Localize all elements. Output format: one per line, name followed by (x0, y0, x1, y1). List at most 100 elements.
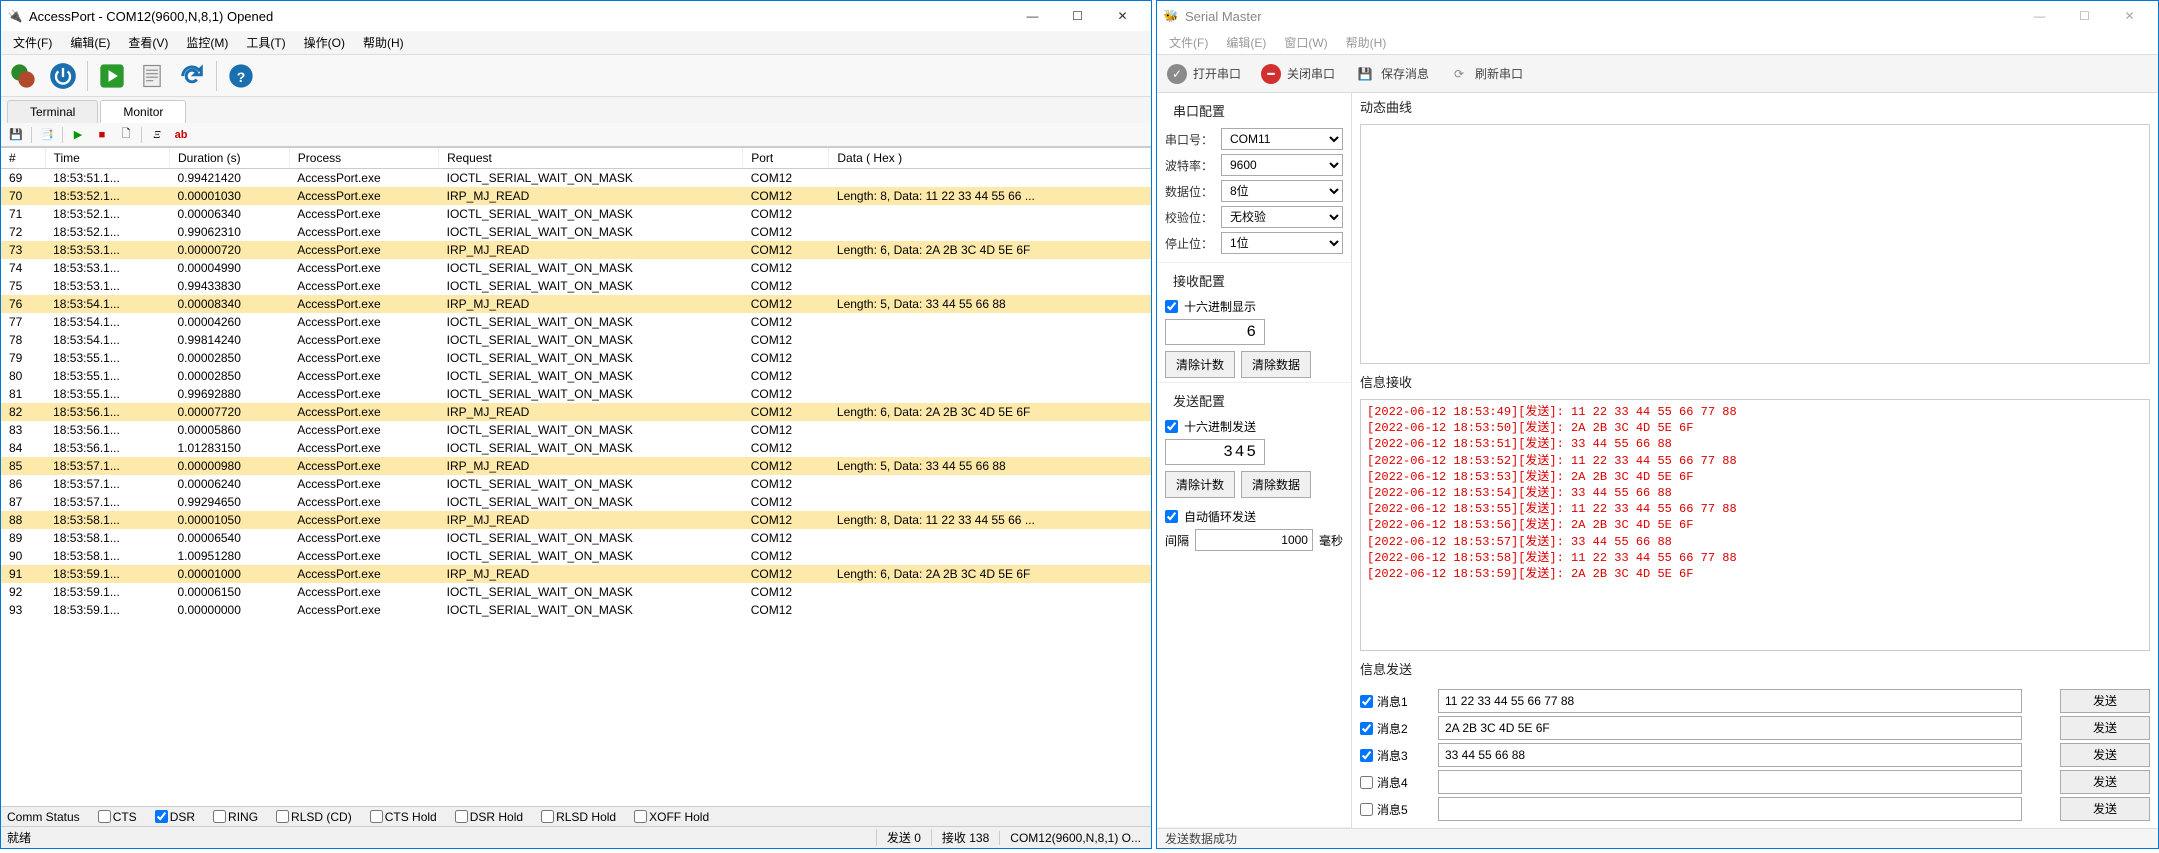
table-row[interactable]: 7318:53:53.1...0.00000720AccessPort.exeI… (1, 241, 1151, 259)
table-row[interactable]: 7918:53:55.1...0.00002850AccessPort.exeI… (1, 349, 1151, 367)
column-header[interactable]: Request (439, 148, 743, 169)
document-icon[interactable] (134, 58, 170, 94)
table-row[interactable]: 8918:53:58.1...0.00006540AccessPort.exeI… (1, 529, 1151, 547)
table-row[interactable]: 8318:53:56.1...0.00005860AccessPort.exeI… (1, 421, 1151, 439)
table-row[interactable]: 8818:53:58.1...0.00001050AccessPort.exeI… (1, 511, 1151, 529)
table-row[interactable]: 9218:53:59.1...0.00006150AccessPort.exeI… (1, 583, 1151, 601)
table-row[interactable]: 7618:53:54.1...0.00008340AccessPort.exeI… (1, 295, 1151, 313)
menu-help[interactable]: 帮助(H) (355, 32, 412, 53)
tx-clear-data-button[interactable]: 清除数据 (1241, 471, 1311, 498)
clear-icon[interactable]: 🗋 (115, 125, 137, 145)
databits-select[interactable]: 8位 (1221, 180, 1343, 202)
send-button[interactable]: 发送 (2060, 770, 2150, 794)
baud-select[interactable]: 9600 (1221, 154, 1343, 176)
menu-window[interactable]: 窗口(W) (1276, 32, 1335, 53)
msg-input[interactable] (1438, 689, 2022, 713)
tab-terminal[interactable]: Terminal (7, 100, 98, 123)
close-button[interactable]: ✕ (1100, 2, 1145, 30)
table-row[interactable]: 9318:53:59.1...0.00000000AccessPort.exeI… (1, 601, 1151, 619)
menu-edit[interactable]: 编辑(E) (1218, 32, 1274, 53)
rx-data-box[interactable]: [2022-06-12 18:53:49][发送]: 11 22 33 44 5… (1360, 399, 2150, 651)
monitor-table[interactable]: #TimeDuration (s)ProcessRequestPortData … (1, 147, 1151, 806)
tx-clear-count-button[interactable]: 清除计数 (1165, 471, 1235, 498)
stop-icon[interactable]: ■ (91, 125, 113, 145)
titlebar[interactable]: 🐝 Serial Master — ☐ ✕ (1157, 1, 2158, 31)
close-port-button[interactable]: ━关闭串口 (1261, 64, 1335, 84)
column-header[interactable]: Data ( Hex ) (829, 148, 1151, 169)
msg-input[interactable] (1438, 716, 2022, 740)
table-row[interactable]: 8418:53:56.1...1.01283150AccessPort.exeI… (1, 439, 1151, 457)
msg-enable-checkbox[interactable] (1360, 695, 1373, 708)
msg-input[interactable] (1438, 770, 2022, 794)
table-row[interactable]: 8118:53:55.1...0.99692880AccessPort.exeI… (1, 385, 1151, 403)
minimize-button[interactable]: — (1010, 2, 1055, 30)
interval-input[interactable] (1195, 529, 1313, 551)
tx-hex-checkbox[interactable] (1165, 420, 1178, 433)
msg-enable-checkbox[interactable] (1360, 803, 1373, 816)
rx-clear-count-button[interactable]: 清除计数 (1165, 351, 1235, 378)
msg-enable-checkbox[interactable] (1360, 722, 1373, 735)
menu-tools[interactable]: 工具(T) (238, 32, 293, 53)
table-row[interactable]: 7418:53:53.1...0.00004990AccessPort.exeI… (1, 259, 1151, 277)
port-select[interactable]: COM11 (1221, 128, 1343, 150)
table-row[interactable]: 7518:53:53.1...0.99433830AccessPort.exeI… (1, 277, 1151, 295)
menu-file[interactable]: 文件(F) (5, 32, 60, 53)
menu-action[interactable]: 操作(O) (296, 32, 353, 53)
table-row[interactable]: 8618:53:57.1...0.00006240AccessPort.exeI… (1, 475, 1151, 493)
menu-help[interactable]: 帮助(H) (1338, 32, 1395, 53)
menu-monitor[interactable]: 监控(M) (178, 32, 236, 53)
table-row[interactable]: 7018:53:52.1...0.00001030AccessPort.exeI… (1, 187, 1151, 205)
refresh-icon[interactable] (174, 58, 210, 94)
go-icon[interactable]: ▶ (67, 125, 89, 145)
table-row[interactable]: 7818:53:54.1...0.99814240AccessPort.exeI… (1, 331, 1151, 349)
send-button[interactable]: 发送 (2060, 689, 2150, 713)
msg-enable-checkbox[interactable] (1360, 749, 1373, 762)
hex-icon[interactable]: Ξ (146, 125, 168, 145)
filter-icon[interactable]: 📑 (36, 125, 58, 145)
table-row[interactable]: 8018:53:55.1...0.00002850AccessPort.exeI… (1, 367, 1151, 385)
table-row[interactable]: 7118:53:52.1...0.00006340AccessPort.exeI… (1, 205, 1151, 223)
column-header[interactable]: Duration (s) (169, 148, 289, 169)
power-icon[interactable] (45, 58, 81, 94)
save-icon[interactable]: 💾 (5, 125, 27, 145)
rx-hex-checkbox[interactable] (1165, 300, 1178, 313)
ascii-icon[interactable]: ab (170, 125, 192, 145)
table-row[interactable]: 9118:53:59.1...0.00001000AccessPort.exeI… (1, 565, 1151, 583)
parity-select[interactable]: 无校验 (1221, 206, 1343, 228)
maximize-button[interactable]: ☐ (1055, 2, 1100, 30)
column-header[interactable]: Port (743, 148, 829, 169)
close-button[interactable]: ✕ (2107, 2, 2152, 30)
refresh-port-button[interactable]: ⟳刷新串口 (1449, 64, 1523, 84)
column-header[interactable]: Process (289, 148, 438, 169)
send-button[interactable]: 发送 (2060, 716, 2150, 740)
column-header[interactable]: # (1, 148, 45, 169)
settings-icon[interactable] (5, 58, 41, 94)
table-row[interactable]: 9018:53:58.1...1.00951280AccessPort.exeI… (1, 547, 1151, 565)
open-port-button[interactable]: ✓打开串口 (1167, 64, 1241, 84)
table-row[interactable]: 6918:53:51.1...0.99421420AccessPort.exeI… (1, 169, 1151, 188)
msg-input[interactable] (1438, 743, 2022, 767)
tab-monitor[interactable]: Monitor (100, 100, 186, 123)
menu-edit[interactable]: 编辑(E) (62, 32, 118, 53)
auto-loop-checkbox[interactable] (1165, 510, 1178, 523)
send-button[interactable]: 发送 (2060, 797, 2150, 821)
table-row[interactable]: 8518:53:57.1...0.00000980AccessPort.exeI… (1, 457, 1151, 475)
titlebar[interactable]: 🔌 AccessPort - COM12(9600,N,8,1) Opened … (1, 1, 1151, 31)
send-button[interactable]: 发送 (2060, 743, 2150, 767)
minimize-button[interactable]: — (2017, 2, 2062, 30)
save-msg-button[interactable]: 💾保存消息 (1355, 64, 1429, 84)
msg-input[interactable] (1438, 797, 2022, 821)
play-icon[interactable] (94, 58, 130, 94)
column-header[interactable]: Time (45, 148, 169, 169)
table-row[interactable]: 7718:53:54.1...0.00004260AccessPort.exeI… (1, 313, 1151, 331)
maximize-button[interactable]: ☐ (2062, 2, 2107, 30)
table-row[interactable]: 8718:53:57.1...0.99294650AccessPort.exeI… (1, 493, 1151, 511)
help-icon[interactable]: ? (223, 58, 259, 94)
menu-file[interactable]: 文件(F) (1161, 32, 1216, 53)
menu-view[interactable]: 查看(V) (120, 32, 176, 53)
msg-enable-checkbox[interactable] (1360, 776, 1373, 789)
table-row[interactable]: 8218:53:56.1...0.00007720AccessPort.exeI… (1, 403, 1151, 421)
stopbits-select[interactable]: 1位 (1221, 232, 1343, 254)
rx-clear-data-button[interactable]: 清除数据 (1241, 351, 1311, 378)
table-row[interactable]: 7218:53:52.1...0.99062310AccessPort.exeI… (1, 223, 1151, 241)
